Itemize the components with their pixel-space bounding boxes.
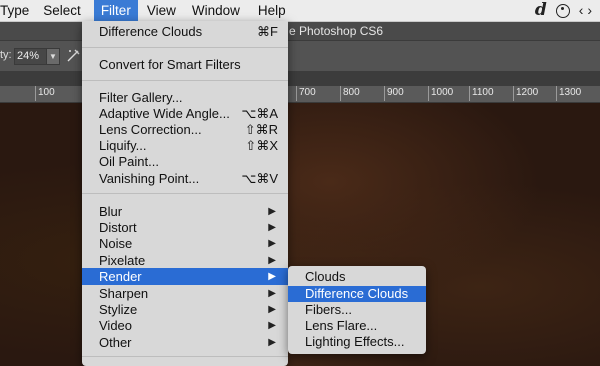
menu-item-video[interactable]: Video ▶ <box>82 317 288 334</box>
menu-item-label: Oil Paint... <box>99 154 159 169</box>
submenu-arrow-icon: ▶ <box>268 222 276 233</box>
menu-item-label: Difference Clouds <box>305 286 409 301</box>
submenu-arrow-icon: ▶ <box>268 206 276 217</box>
submenu-item-fibers[interactable]: Fibers... <box>288 302 426 318</box>
filter-menu: Difference Clouds ⌘F Convert for Smart F… <box>82 21 288 366</box>
submenu-arrow-icon: ▶ <box>268 288 276 299</box>
menu-separator <box>82 193 288 194</box>
menu-item-label: Liquify... <box>99 138 147 153</box>
shortcut-label: ⌥⌘V <box>241 171 278 186</box>
submenu-arrow-icon: ▶ <box>268 271 276 282</box>
menu-item-pixelate[interactable]: Pixelate ▶ <box>82 252 288 269</box>
submenu-item-lens-flare[interactable]: Lens Flare... <box>288 318 426 334</box>
menu-item-label: Pixelate <box>99 253 146 268</box>
menu-item-adaptive-wide-angle[interactable]: Adaptive Wide Angle... ⌥⌘A <box>82 105 288 122</box>
menu-item-render[interactable]: Render ▶ <box>82 268 288 285</box>
menu-item-noise[interactable]: Noise ▶ <box>82 235 288 252</box>
submenu-arrow-icon: ▶ <box>268 238 276 249</box>
menu-item-label: Lens Correction... <box>99 122 202 137</box>
chevron-down-icon[interactable]: ▼ <box>46 48 60 65</box>
menu-item-convert-smart-filters[interactable]: Convert for Smart Filters <box>82 56 288 73</box>
menu-item-label: Sharpen <box>99 286 149 301</box>
submenu-arrow-icon: ▶ <box>268 320 276 331</box>
menubar-status-icons: d ‹ › <box>535 0 592 21</box>
menu-item-label: Convert for Smart Filters <box>99 57 241 72</box>
menu-item-label: Fibers... <box>305 302 352 317</box>
menu-item-distort[interactable]: Distort ▶ <box>82 219 288 236</box>
render-submenu: Clouds Difference Clouds Fibers... Lens … <box>288 266 426 354</box>
menu-item-liquify[interactable]: Liquify... ⇧⌘X <box>82 137 288 154</box>
shortcut-label: ⇧⌘X <box>245 138 278 153</box>
opacity-label: ty: <box>0 49 12 61</box>
menu-type[interactable]: Type <box>0 0 36 21</box>
menu-item-label: Lens Flare... <box>305 318 378 333</box>
ruler-label: 800 <box>343 87 360 98</box>
ruler-tick <box>556 86 557 101</box>
menu-item-filter-gallery[interactable]: Filter Gallery... <box>82 89 288 106</box>
menu-item-label: Difference Clouds <box>99 24 203 39</box>
submenu-item-lighting-effects[interactable]: Lighting Effects... <box>288 334 426 350</box>
ruler-tick <box>469 86 470 101</box>
ruler-label: 1300 <box>559 87 582 98</box>
menu-separator <box>82 47 288 48</box>
menu-item-blur[interactable]: Blur ▶ <box>82 203 288 220</box>
menu-item-stylize[interactable]: Stylize ▶ <box>82 301 288 318</box>
shortcut-label: ⇧⌘R <box>244 122 278 137</box>
menu-item-vanishing-point[interactable]: Vanishing Point... ⌥⌘V <box>82 170 288 187</box>
menu-item-label: Distort <box>99 220 137 235</box>
menu-item-other[interactable]: Other ▶ <box>82 334 288 351</box>
ruler-label: 1200 <box>516 87 539 98</box>
menu-select[interactable]: Select <box>36 0 88 21</box>
ruler-label: 100 <box>38 87 55 98</box>
ruler-label: 1100 <box>472 87 494 98</box>
menu-item-oil-paint[interactable]: Oil Paint... <box>82 153 288 170</box>
menu-item-label: Video <box>99 318 133 333</box>
menu-item-lens-correction[interactable]: Lens Correction... ⇧⌘R <box>82 121 288 138</box>
ruler-tick <box>384 86 385 101</box>
menu-item-label: Adaptive Wide Angle... <box>99 106 230 121</box>
airbrush-icon[interactable] <box>66 47 82 67</box>
submenu-arrow-icon: ▶ <box>268 304 276 315</box>
menu-bar: Type Select Filter View Window Help d ‹ … <box>0 0 600 22</box>
submenu-arrow-icon: ▶ <box>268 255 276 266</box>
opacity-field[interactable]: 24% <box>14 48 48 65</box>
menu-filter[interactable]: Filter <box>93 0 138 21</box>
ruler-tick <box>35 86 36 101</box>
menu-item-label: Filter Gallery... <box>99 90 183 105</box>
menu-item-label: Lighting Effects... <box>305 334 405 349</box>
ruler-tick <box>513 86 514 101</box>
shortcut-label: ⌘F <box>257 24 278 39</box>
submenu-item-difference-clouds[interactable]: Difference Clouds <box>288 286 426 302</box>
accessibility-icon[interactable] <box>555 3 570 18</box>
menu-item-label: Render <box>99 269 142 284</box>
menu-separator <box>82 356 288 357</box>
menu-item-label: Noise <box>99 236 133 251</box>
menu-window[interactable]: Window <box>185 0 247 21</box>
code-brackets-icon[interactable]: ‹ › <box>579 0 592 21</box>
menu-help[interactable]: Help <box>251 0 293 21</box>
shortcut-label: ⌥⌘A <box>241 106 278 121</box>
ruler-tick <box>428 86 429 101</box>
menu-item-last-filter[interactable]: Difference Clouds ⌘F <box>82 23 288 40</box>
menu-view[interactable]: View <box>140 0 183 21</box>
submenu-item-clouds[interactable]: Clouds <box>288 269 426 285</box>
d-logo-icon[interactable]: d <box>535 0 547 21</box>
menu-separator <box>82 80 288 81</box>
app-title: e Photoshop CS6 <box>289 24 384 38</box>
menu-item-label: Other <box>99 335 132 350</box>
ruler-tick <box>340 86 341 101</box>
menu-item-label: Clouds <box>305 269 346 284</box>
menu-item-label: Blur <box>99 204 123 219</box>
ruler-label: 700 <box>299 87 316 98</box>
menu-item-label: Vanishing Point... <box>99 171 200 186</box>
menu-item-sharpen[interactable]: Sharpen ▶ <box>82 285 288 302</box>
ruler-label: 900 <box>387 87 404 98</box>
submenu-arrow-icon: ▶ <box>268 337 276 348</box>
ruler-label: 1000 <box>431 87 454 98</box>
menu-item-label: Stylize <box>99 302 138 317</box>
ruler-tick <box>296 86 297 101</box>
